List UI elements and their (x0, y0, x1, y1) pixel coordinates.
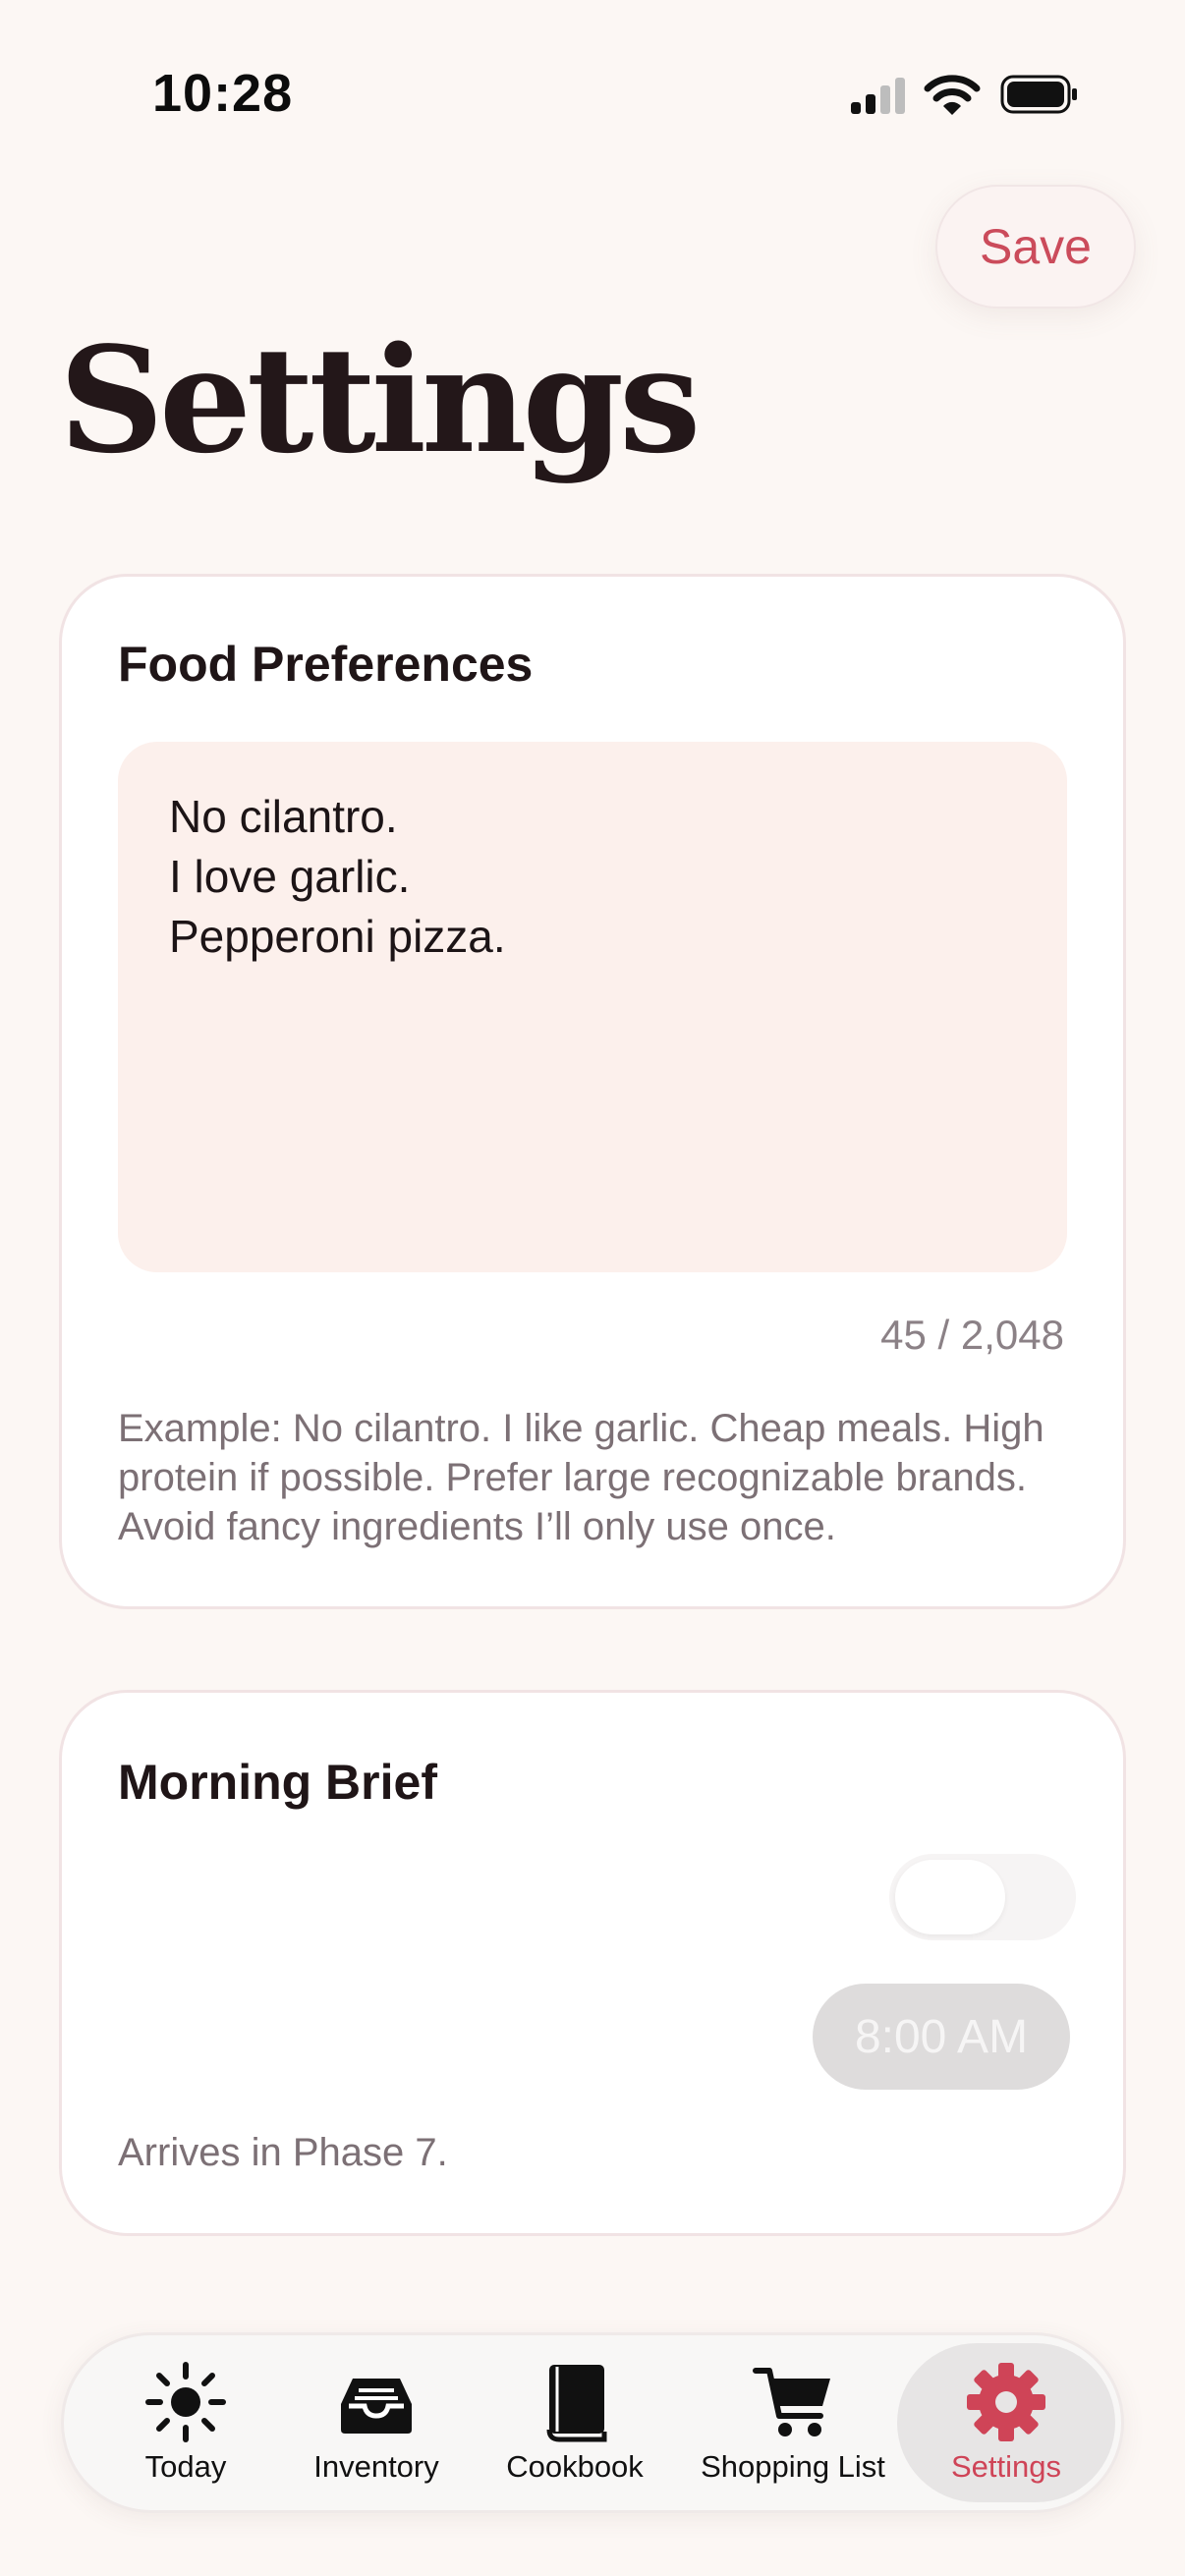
tab-inventory[interactable]: Inventory (278, 2335, 475, 2510)
cellular-signal-icon (851, 78, 905, 114)
toggle-knob (895, 1860, 1005, 1934)
gear-icon (967, 2363, 1045, 2441)
food-preferences-title: Food Preferences (118, 637, 534, 692)
wifi-icon (924, 75, 981, 115)
book-icon (546, 2365, 607, 2442)
page-title: Settings (59, 314, 701, 485)
tab-shopping-list[interactable]: Shopping List (675, 2335, 911, 2510)
preference-line: No cilantro. (169, 791, 398, 842)
tab-label: Today (144, 2449, 227, 2484)
tab-settings[interactable]: Settings (897, 2343, 1115, 2502)
tab-label: Settings (950, 2449, 1061, 2484)
tab-bar: Today Inventory Cookbook Shopping List S… (61, 2332, 1124, 2513)
food-preferences-card: Food Preferences No cilantro. I love gar… (59, 574, 1126, 1609)
preference-line: I love garlic. (169, 851, 411, 902)
morning-brief-title: Morning Brief (118, 1755, 437, 1810)
tab-label: Shopping List (701, 2449, 885, 2484)
preference-line: Pepperoni pizza. (169, 911, 506, 962)
brief-note: Arrives in Phase 7. (118, 2131, 448, 2174)
cart-icon (753, 2368, 830, 2436)
save-button[interactable]: Save (935, 185, 1136, 308)
food-preferences-textarea[interactable]: No cilantro. I love garlic. Pepperoni pi… (118, 742, 1067, 1272)
preferences-hint: Example: No cilantro. I like garlic. Che… (118, 1407, 1044, 1548)
morning-brief-card: Morning Brief 8:00 AM Arrives in Phase 7… (59, 1690, 1126, 2236)
morning-brief-toggle[interactable] (889, 1854, 1076, 1940)
tray-icon (341, 2379, 412, 2434)
tab-today[interactable]: Today (107, 2335, 264, 2510)
sun-icon (145, 2362, 226, 2442)
tab-label: Inventory (313, 2449, 439, 2484)
battery-icon (1000, 75, 1077, 114)
tab-cookbook[interactable]: Cookbook (477, 2335, 673, 2510)
status-bar: 10:28 (0, 0, 1185, 187)
tab-label: Cookbook (506, 2449, 644, 2484)
brief-time-picker[interactable]: 8:00 AM (813, 1984, 1070, 2090)
character-count: 45 / 2,048 (880, 1312, 1064, 1358)
status-time: 10:28 (152, 64, 294, 123)
